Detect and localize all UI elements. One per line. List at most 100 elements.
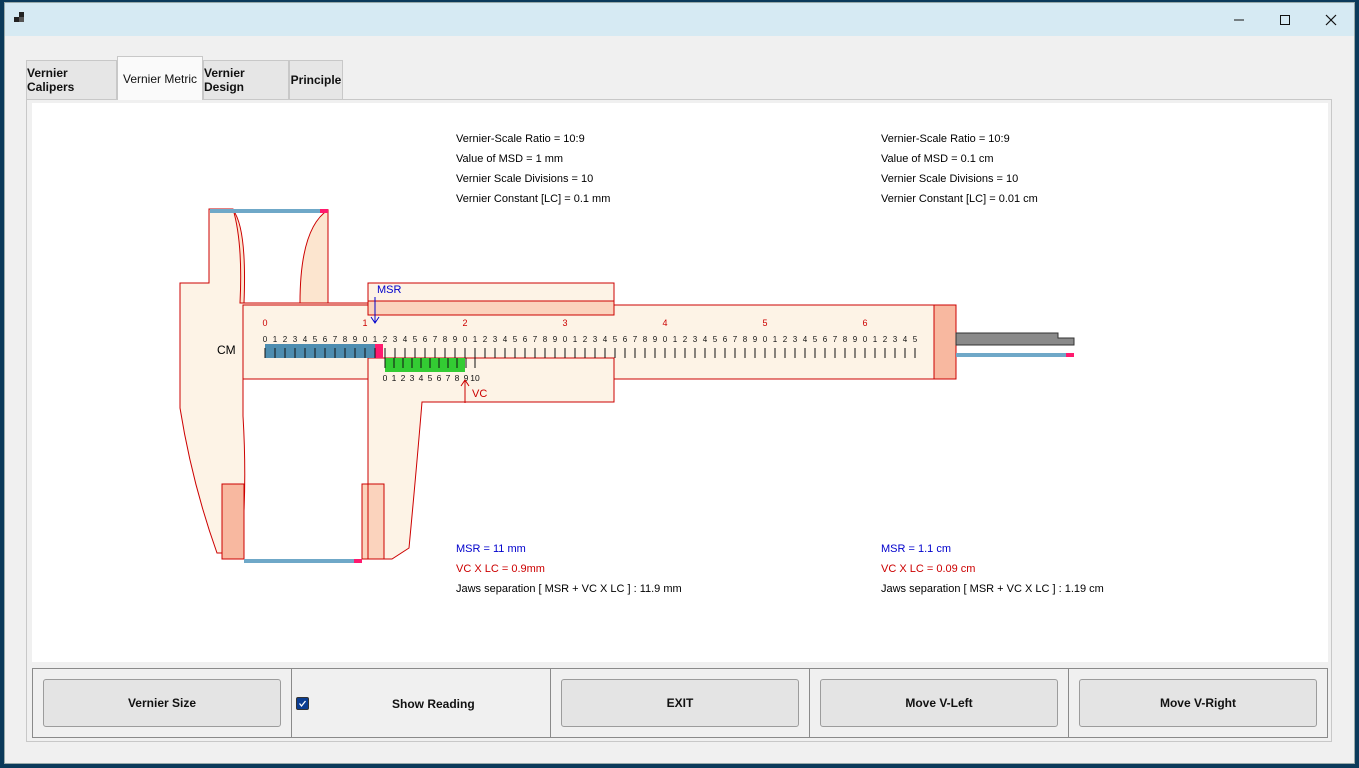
vernier-scale-label: 8: [455, 373, 460, 383]
main-scale-digit: 5: [613, 335, 618, 344]
main-scale-cm-label: 1: [362, 318, 367, 328]
top-jaw-marker: [320, 209, 328, 213]
main-scale-digit: 0: [763, 335, 768, 344]
main-scale-digit: 6: [823, 335, 828, 344]
main-scale-digit: 9: [753, 335, 758, 344]
main-scale-digit: 8: [443, 335, 448, 344]
main-scale-digit: 3: [893, 335, 898, 344]
main-scale-digit: 2: [583, 335, 588, 344]
move-left-button[interactable]: Move V-Left: [820, 679, 1058, 727]
main-scale-cm-label: 4: [662, 318, 667, 328]
main-scale-digit: 5: [513, 335, 518, 344]
unit-label: CM: [217, 343, 236, 357]
main-scale-digit: 8: [643, 335, 648, 344]
main-scale-digit: 3: [293, 335, 298, 344]
tab-vernier-design[interactable]: Vernier Design: [203, 60, 289, 99]
exit-button[interactable]: EXIT: [561, 679, 799, 727]
main-scale-digit: 5: [413, 335, 418, 344]
main-scale-digit: 0: [663, 335, 668, 344]
app-window: Vernier Calipers Vernier Metric Vernier …: [4, 2, 1355, 764]
main-scale-digit: 3: [493, 335, 498, 344]
move-right-button[interactable]: Move V-Right: [1079, 679, 1317, 727]
main-scale-digit: 6: [723, 335, 728, 344]
show-reading-label[interactable]: Show Reading: [392, 697, 475, 711]
main-scale-digit: 3: [793, 335, 798, 344]
vernier-scale-label: 6: [437, 373, 442, 383]
main-scale-cm-label: 0: [262, 318, 267, 328]
main-scale-digit: 4: [903, 335, 908, 344]
main-scale-digit: 2: [283, 335, 288, 344]
tab-vernier-calipers[interactable]: Vernier Calipers: [26, 60, 117, 99]
maximize-icon[interactable]: [1262, 3, 1308, 36]
main-scale-digit: 9: [553, 335, 558, 344]
main-scale-digit: 2: [883, 335, 888, 344]
main-scale-digit: 2: [483, 335, 488, 344]
fixed-jaw-tip: [221, 483, 245, 560]
vernier-scale-label: 5: [428, 373, 433, 383]
main-scale-digit: 1: [373, 335, 378, 344]
show-reading-checkbox[interactable]: [296, 697, 309, 710]
main-scale-digit: 6: [323, 335, 328, 344]
fixed-jaw-body: [179, 208, 369, 554]
main-scale-digit: 5: [313, 335, 318, 344]
vernier-scale-label: 2: [401, 373, 406, 383]
check-icon: [298, 700, 307, 708]
main-scale-cm-label: 6: [862, 318, 867, 328]
main-scale-digit: 7: [833, 335, 838, 344]
main-scale-digit: 2: [683, 335, 688, 344]
main-scale-digit: 6: [623, 335, 628, 344]
main-scale-digit: 7: [633, 335, 638, 344]
main-scale-marker: [375, 344, 383, 358]
title-bar: [5, 3, 1354, 36]
vernier-caliper-drawing: 0123456789012345678901234567890123456789…: [179, 208, 1075, 563]
main-scale-digit: 2: [383, 335, 388, 344]
minimize-icon[interactable]: [1216, 3, 1262, 36]
main-scale-fill: [265, 344, 375, 358]
main-scale-cm-label: 2: [462, 318, 467, 328]
main-scale-digit: 6: [523, 335, 528, 344]
main-scale-digit: 9: [453, 335, 458, 344]
main-scale-digit: 0: [363, 335, 368, 344]
moving-jaw-tip: [361, 483, 385, 560]
tab-vernier-metric[interactable]: Vernier Metric: [117, 56, 203, 100]
bottom-jaw-marker: [354, 559, 362, 563]
main-scale-digit: 1: [473, 335, 478, 344]
main-scale-digit: 1: [773, 335, 778, 344]
main-scale-digit: 4: [403, 335, 408, 344]
main-scale-digit: 7: [333, 335, 338, 344]
main-scale-digit: 8: [743, 335, 748, 344]
main-scale-digit: 3: [593, 335, 598, 344]
vernier-scale-fill: [385, 358, 465, 372]
main-scale-digit: 4: [803, 335, 808, 344]
main-scale-digit: 4: [503, 335, 508, 344]
main-scale-digit: 0: [463, 335, 468, 344]
main-scale-digit: 7: [733, 335, 738, 344]
main-scale-digit: 5: [713, 335, 718, 344]
vernier-scale-label: 10: [470, 373, 480, 383]
main-scale-digit: 9: [853, 335, 858, 344]
top-jaw-indicator: [210, 209, 320, 213]
vernier-scale-label: 0: [383, 373, 388, 383]
vernier-scale-label: 4: [419, 373, 424, 383]
depth-rod: [955, 332, 1075, 346]
close-icon[interactable]: [1308, 3, 1354, 36]
main-scale-digit: 7: [433, 335, 438, 344]
main-scale-digit: 6: [423, 335, 428, 344]
depth-rod-indicator: [956, 353, 1066, 357]
vernier-scale-label: 3: [410, 373, 415, 383]
main-scale-digit: 1: [673, 335, 678, 344]
vernier-scale-label: 7: [446, 373, 451, 383]
main-scale-digit: 8: [343, 335, 348, 344]
app-icon: [14, 12, 24, 22]
vc-label: VC: [472, 388, 487, 400]
button-bar: Vernier Size Show Reading EXIT Move V-Le…: [32, 668, 1328, 738]
tab-principle[interactable]: Principle: [289, 60, 343, 99]
main-scale-digit: 2: [783, 335, 788, 344]
main-scale-digit: 3: [693, 335, 698, 344]
main-scale-digit: 3: [393, 335, 398, 344]
main-scale-cm-label: 3: [562, 318, 567, 328]
bottom-jaw-indicator: [244, 559, 354, 563]
main-scale-digit: 1: [873, 335, 878, 344]
main-scale-digit: 8: [843, 335, 848, 344]
vernier-size-button[interactable]: Vernier Size: [43, 679, 281, 727]
